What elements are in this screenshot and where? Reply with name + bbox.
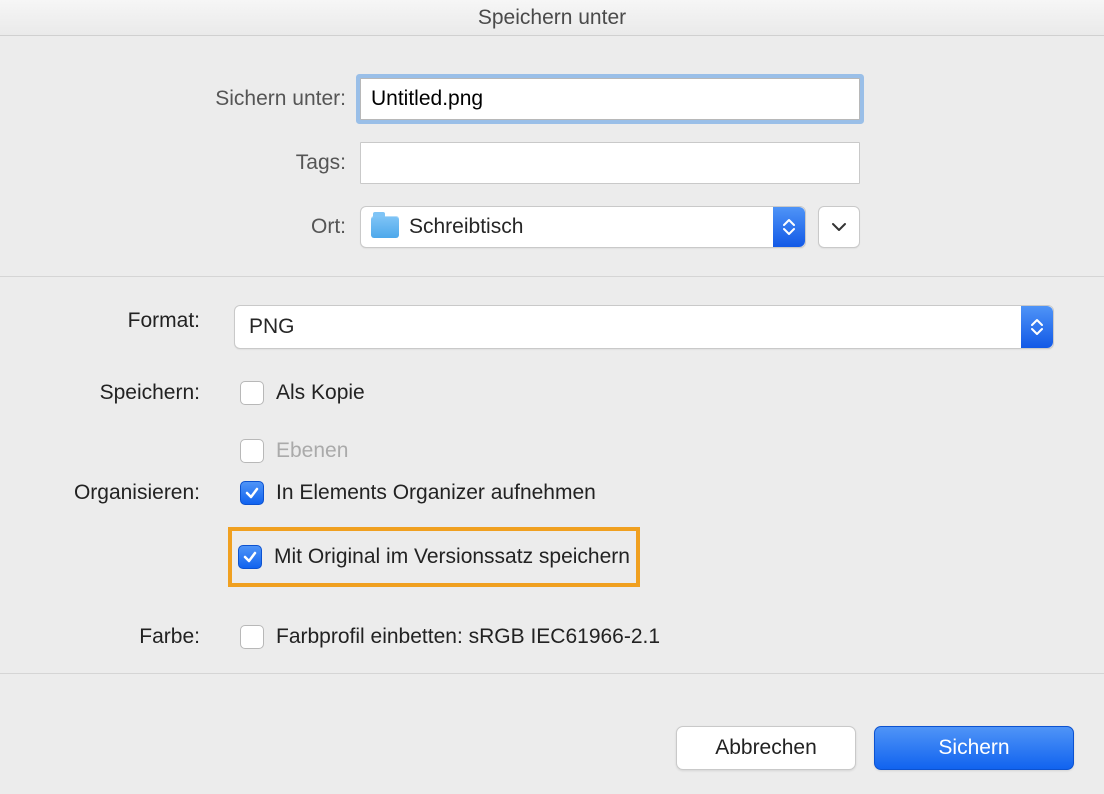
format-value: PNG bbox=[249, 315, 295, 339]
save-section-label: Speichern: bbox=[24, 377, 234, 405]
filename-input[interactable] bbox=[360, 78, 860, 120]
as-copy-checkbox[interactable] bbox=[240, 381, 264, 405]
embed-profile-label: Farbprofil einbetten: sRGB IEC61966-2.1 bbox=[276, 625, 660, 649]
tags-label: Tags: bbox=[180, 151, 360, 175]
version-set-label: Mit Original im Versionssatz speichern bbox=[274, 545, 630, 569]
organize-label: Organisieren: bbox=[24, 477, 234, 505]
chevron-down-icon bbox=[831, 222, 847, 232]
location-select[interactable]: Schreibtisch bbox=[360, 206, 806, 248]
footer: Abbrechen Sichern bbox=[0, 702, 1104, 794]
updown-icon bbox=[1021, 306, 1053, 348]
lower-section: Format: PNG Speichern: Als Kopie bbox=[0, 277, 1104, 674]
embed-profile-checkbox[interactable] bbox=[240, 625, 264, 649]
upper-section: Sichern unter: Tags: Ort: Schreibtisch bbox=[0, 36, 1104, 277]
format-select[interactable]: PNG bbox=[234, 305, 1054, 349]
format-label: Format: bbox=[24, 305, 234, 333]
include-organizer-checkbox[interactable] bbox=[240, 481, 264, 505]
color-label: Farbe: bbox=[24, 621, 234, 649]
layers-checkbox bbox=[240, 439, 264, 463]
dialog-title: Speichern unter bbox=[478, 6, 626, 29]
save-button[interactable]: Sichern bbox=[874, 726, 1074, 770]
folder-icon bbox=[371, 216, 399, 238]
highlighted-option: Mit Original im Versionssatz speichern bbox=[228, 527, 640, 587]
include-organizer-label: In Elements Organizer aufnehmen bbox=[276, 481, 596, 505]
version-set-checkbox[interactable] bbox=[238, 545, 262, 569]
updown-icon bbox=[773, 207, 805, 247]
layers-label: Ebenen bbox=[276, 439, 348, 463]
cancel-button[interactable]: Abbrechen bbox=[676, 726, 856, 770]
as-copy-label: Als Kopie bbox=[276, 381, 365, 405]
location-label: Ort: bbox=[180, 215, 360, 239]
expand-button[interactable] bbox=[818, 206, 860, 248]
save-as-dialog: Speichern unter Sichern unter: Tags: Ort… bbox=[0, 0, 1104, 794]
save-as-label: Sichern unter: bbox=[180, 87, 360, 111]
titlebar: Speichern unter bbox=[0, 0, 1104, 36]
location-value: Schreibtisch bbox=[409, 215, 523, 239]
tags-input[interactable] bbox=[360, 142, 860, 184]
